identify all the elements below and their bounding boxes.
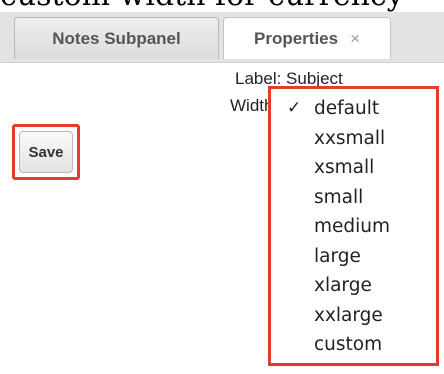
tab-notes-subpanel[interactable]: Notes Subpanel: [14, 17, 219, 59]
width-option-label: custom: [314, 334, 383, 355]
save-highlight: Save: [12, 124, 80, 180]
width-option-medium[interactable]: medium: [271, 212, 436, 242]
width-option-label: xlarge: [314, 275, 372, 296]
tab-label: Notes Subpanel: [52, 28, 181, 48]
width-option-label: xsmall: [314, 157, 375, 178]
width-options-list: ✓ default xxsmall xsmall small medium large xla…: [271, 94, 436, 360]
width-option-xxsmall[interactable]: xxsmall: [271, 124, 436, 154]
width-option-label: large: [314, 245, 361, 267]
width-option-xsmall[interactable]: xsmall: [271, 153, 436, 183]
checkmark-icon: ✓: [287, 98, 302, 118]
width-option-label: small: [314, 186, 364, 208]
width-dropdown-menu[interactable]: ✓ default xxsmall xsmall small medium large xla…: [268, 86, 439, 366]
width-option-label: medium: [314, 216, 391, 237]
close-icon[interactable]: ×: [350, 29, 360, 49]
tab-label: Properties: [253, 28, 339, 48]
tab-properties[interactable]: Properties ×: [223, 17, 391, 59]
width-option-xlarge[interactable]: xlarge: [271, 271, 436, 301]
width-option-large[interactable]: large: [271, 242, 436, 272]
width-option-label: default: [314, 98, 380, 119]
width-option-custom[interactable]: custom: [271, 330, 436, 360]
width-option-label: xxlarge: [314, 304, 383, 326]
width-option-small[interactable]: small: [271, 183, 436, 213]
width-option-xxlarge[interactable]: xxlarge: [271, 301, 436, 331]
width-option-label: xxsmall: [314, 127, 386, 149]
width-option-default[interactable]: ✓ default: [271, 94, 436, 124]
tab-bar: Notes Subpanel Properties ×: [0, 12, 444, 63]
save-button[interactable]: Save: [19, 131, 73, 173]
